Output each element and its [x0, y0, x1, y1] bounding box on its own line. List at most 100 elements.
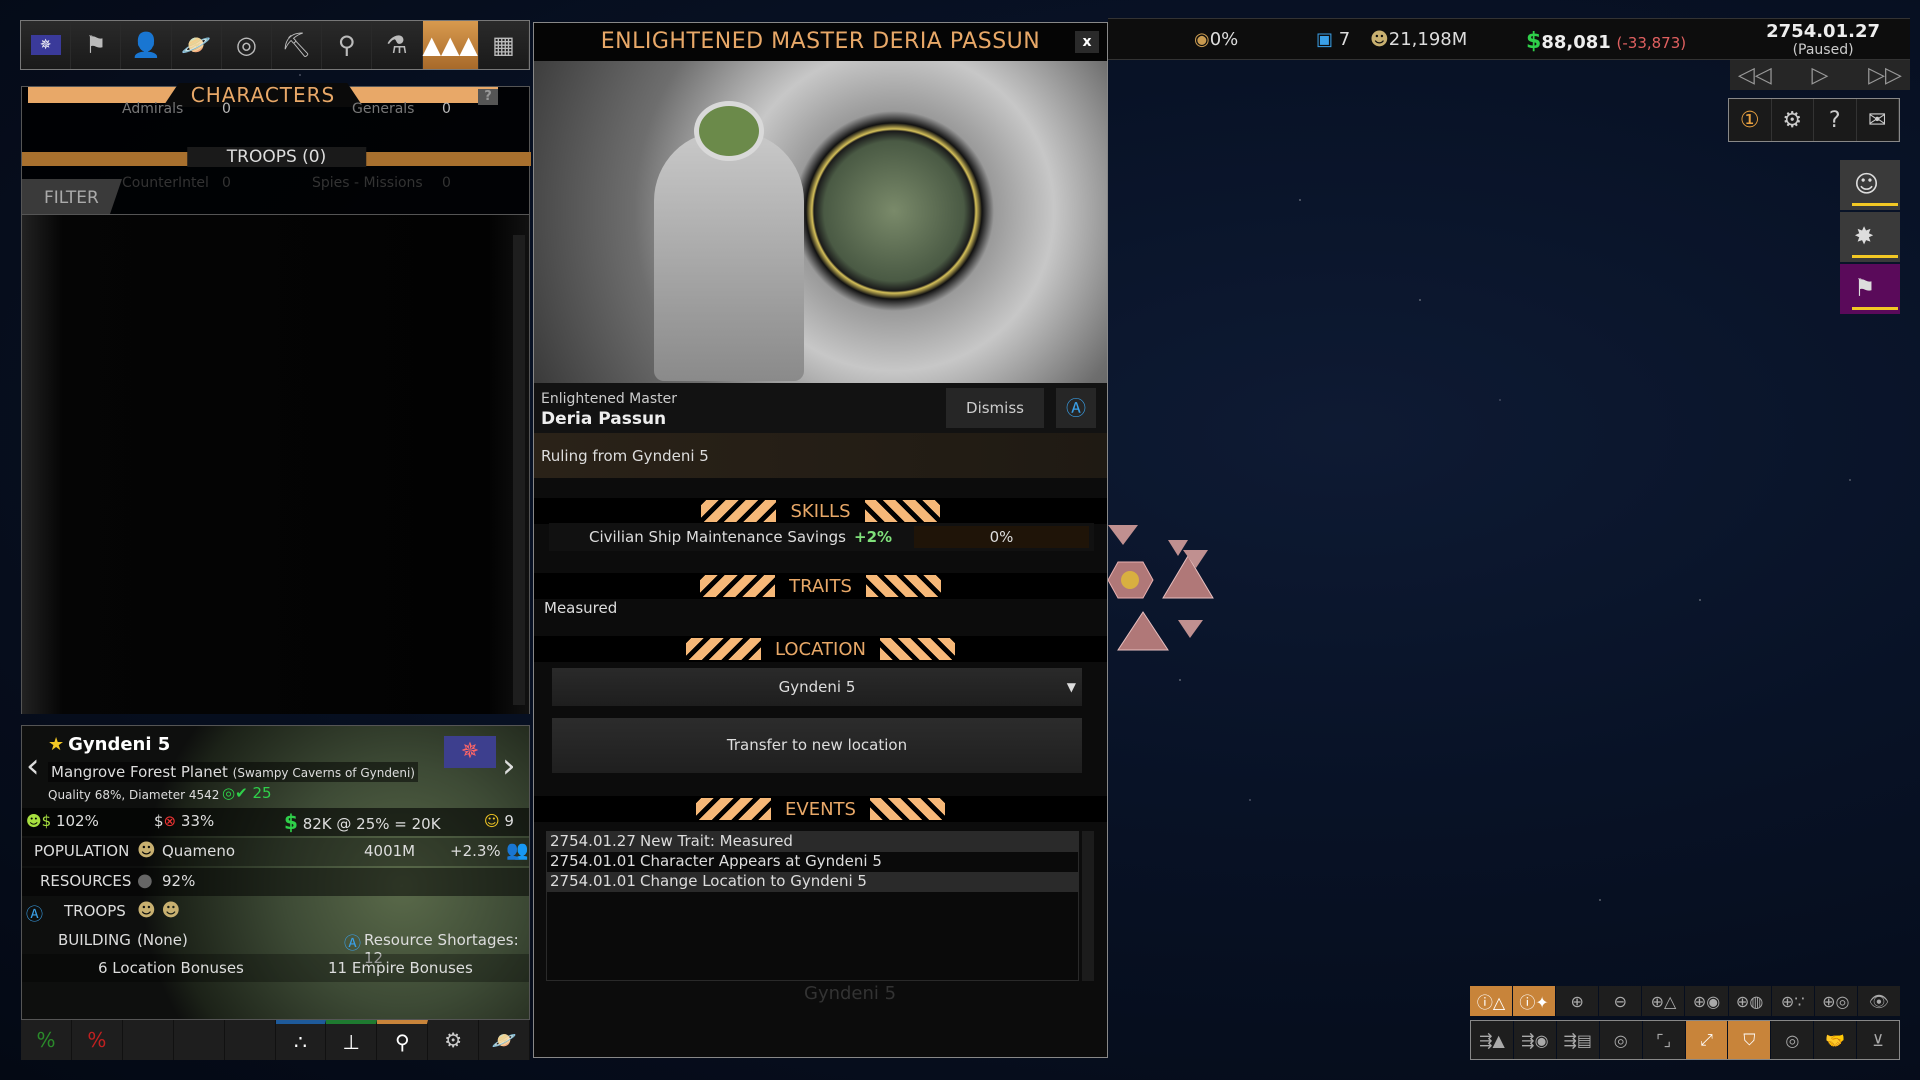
ghost-admirals-label: Admirals [122, 101, 184, 117]
population-dots-button[interactable]: ∴ [275, 1020, 327, 1060]
help-question-button[interactable]: ? [1814, 99, 1857, 141]
empire-flag-icon[interactable]: ✵ [444, 736, 496, 768]
map-toolbar-top-button-6[interactable]: ⊕◍ [1728, 986, 1771, 1016]
settings-gears-button[interactable]: ⚙ [1772, 99, 1814, 141]
toolbar-empire-flag-button[interactable]: ✵ [21, 21, 72, 69]
map-toolbar-bottom-button-4[interactable]: ⌜⌟ [1642, 1021, 1685, 1059]
event-date: 2754.01.01 [550, 872, 636, 890]
event-row[interactable]: 2754.01.27 New Trait: Measured [547, 832, 1078, 852]
play-button[interactable]: ▷ [1812, 63, 1829, 88]
location-dropdown[interactable]: Gyndeni 5 ▼ [552, 668, 1082, 706]
toolbar-characters-button[interactable]: ▲▲▲ [422, 21, 479, 69]
toolbar-research-button[interactable]: ⚗ [372, 21, 423, 69]
tax-down-button[interactable]: % [21, 1020, 72, 1060]
location-bonuses[interactable]: 6 Location Bonuses [98, 959, 244, 977]
colonies-stat[interactable]: ▣ 7 [1316, 29, 1350, 50]
resource-rock-icon: ● [137, 870, 153, 891]
construction-button[interactable]: ⚲ [377, 1020, 429, 1060]
map-toolbar-top-button-0[interactable]: ⓘ△ [1470, 986, 1513, 1016]
filter-tab[interactable]: FILTER [22, 179, 122, 214]
map-toolbar-bottom-button-1[interactable]: ⇶◉ [1513, 1021, 1556, 1059]
help-button[interactable]: ? [478, 89, 498, 105]
troop-unit-icon[interactable]: ☻ ☻ [137, 900, 180, 921]
dismiss-button[interactable]: Dismiss [946, 388, 1044, 428]
buildings-button[interactable]: ⊥ [326, 1020, 378, 1060]
map-toolbar-top-button-1[interactable]: ⓘ✦ [1513, 986, 1556, 1016]
event-row[interactable]: 2754.01.01 Change Location to Gyndeni 5 [547, 872, 1078, 892]
map-toolbar-top-button-8[interactable]: ⊕◎ [1814, 986, 1857, 1016]
empire-bonuses[interactable]: 11 Empire Bonuses [328, 959, 473, 977]
map-toolbar-bottom-button-3[interactable]: ◎ [1599, 1021, 1642, 1059]
events-list: 2754.01.27 New Trait: Measured 2754.01.01 C… [546, 831, 1079, 981]
money-stat[interactable]: $88,081 (-33,873) [1526, 29, 1686, 54]
event-row[interactable]: 2754.01.01 Character Appears at Gyndeni 5 [547, 852, 1078, 872]
map-toolbar-top-button-3[interactable]: ⊖ [1599, 986, 1642, 1016]
population-total-value: 21,198M [1388, 29, 1468, 50]
map-toolbar-bottom-button-0[interactable]: ⇶▲ [1471, 1021, 1513, 1059]
planet-flag-icon: 🪐 [491, 1028, 517, 1052]
notification-character[interactable]: ☺ [1840, 160, 1900, 210]
notification-colony[interactable]: ⚑ [1840, 264, 1900, 314]
character-name: Deria Passun [541, 409, 667, 429]
influence-stat[interactable]: ◉0% [1194, 29, 1238, 50]
empty-3-button[interactable] [225, 1020, 276, 1060]
map-toolbar-bottom-button-2[interactable]: ⇶▤ [1556, 1021, 1599, 1059]
auto-manage-icon[interactable]: Ⓐ [1056, 388, 1096, 428]
toolbar-construction-hook-button[interactable]: ⚲ [322, 21, 373, 69]
planet-info-panel: ‹ › ★ Gyndeni 5 ✵ Mangrove Forest Planet … [21, 725, 530, 1020]
map-fleet-hexes[interactable] [1108, 520, 1228, 660]
game-date: 2754.01.27 (Paused) [1766, 21, 1880, 58]
characters-icon: ▲▲▲ [422, 31, 478, 59]
toolbar-diplomacy-button[interactable]: ⚑ [71, 21, 122, 69]
empty-2-button[interactable] [174, 1020, 225, 1060]
industry-gears-button[interactable]: ⚙ [428, 1020, 480, 1060]
empire-messages-button[interactable]: ① [1729, 99, 1772, 141]
resources-label: RESOURCES [40, 872, 132, 890]
dollar-icon: $ [284, 810, 298, 834]
toolbar-colonies-button[interactable]: 🪐 [171, 21, 222, 69]
map-toolbar-top-button-4[interactable]: ⊕△ [1642, 986, 1685, 1016]
troops-bar[interactable]: TROOPS (0) [22, 147, 531, 167]
date-value: 2754.01.27 [1766, 21, 1880, 42]
diplomacy-icon: ⚑ [85, 31, 107, 59]
next-planet-arrow-icon[interactable]: › [502, 746, 516, 786]
faster-button[interactable]: ▷▷ [1868, 63, 1902, 88]
population-race[interactable]: Quameno [162, 842, 235, 860]
auto-shortages-icon[interactable]: Ⓐ [344, 929, 361, 954]
toolbar-radar-button[interactable]: ◎ [221, 21, 272, 69]
close-button[interactable]: x [1075, 31, 1099, 53]
map-toolbar-bottom-button-6[interactable]: ⛉ [1728, 1021, 1771, 1059]
tax-up-button[interactable]: % [72, 1020, 123, 1060]
list-scrollbar[interactable] [513, 235, 525, 705]
transfer-location-button[interactable]: Transfer to new location [552, 718, 1082, 773]
prev-planet-arrow-icon[interactable]: ‹ [26, 746, 40, 786]
trait-item[interactable]: Measured [544, 599, 617, 617]
empty-1-button[interactable] [123, 1020, 174, 1060]
toolbar-mining-button[interactable]: ⛏ [271, 21, 323, 69]
map-toolbar-bottom-button-7[interactable]: ◎ [1771, 1021, 1814, 1059]
map-toolbar-bottom-button-5[interactable]: ⤢ [1685, 1021, 1728, 1059]
events-scrollbar[interactable] [1082, 831, 1094, 981]
auto-troops-icon[interactable]: Ⓐ [26, 900, 43, 925]
notification-ship[interactable]: ✸ [1840, 212, 1900, 262]
slower-button[interactable]: ◁◁ [1738, 63, 1772, 88]
map-toolbar-top-button-2[interactable]: ⊕ [1556, 986, 1599, 1016]
population-total-stat[interactable]: ☻21,198M [1370, 29, 1467, 50]
traits-title: TRAITS [789, 575, 852, 597]
map-toolbar-bottom-button-9[interactable]: ⊻ [1857, 1021, 1900, 1059]
map-toolbar-top-button-5[interactable]: ⊕◉ [1685, 986, 1728, 1016]
planet-flag-button[interactable]: 🪐 [479, 1020, 531, 1060]
population-label: POPULATION [34, 842, 130, 860]
building-value[interactable]: (None) [137, 931, 188, 949]
planet-name[interactable]: ★ Gyndeni 5 [48, 734, 170, 755]
mail-envelope-button[interactable]: ✉ [1857, 99, 1899, 141]
map-toolbar-top-button-9[interactable]: 👁 [1857, 986, 1900, 1016]
map-filter-toolbar: ⇶▲ ⇶◉ ⇶▤ ◎ ⌜⌟ ⤢ ⛉ ◎ 🤝 ⊻ [1470, 1020, 1900, 1060]
toolbar-characters-person-button[interactable]: 👤 [121, 21, 172, 69]
map-toolbar-top-button-7[interactable]: ⊕∵ [1771, 986, 1814, 1016]
characters-list [22, 214, 529, 714]
toolbar-buildings-button[interactable]: ▦ [478, 21, 530, 69]
skill-name: Civilian Ship Maintenance Savings [589, 528, 846, 546]
building-label: BUILDING [58, 931, 131, 949]
map-toolbar-bottom-button-8[interactable]: 🤝 [1814, 1021, 1857, 1059]
